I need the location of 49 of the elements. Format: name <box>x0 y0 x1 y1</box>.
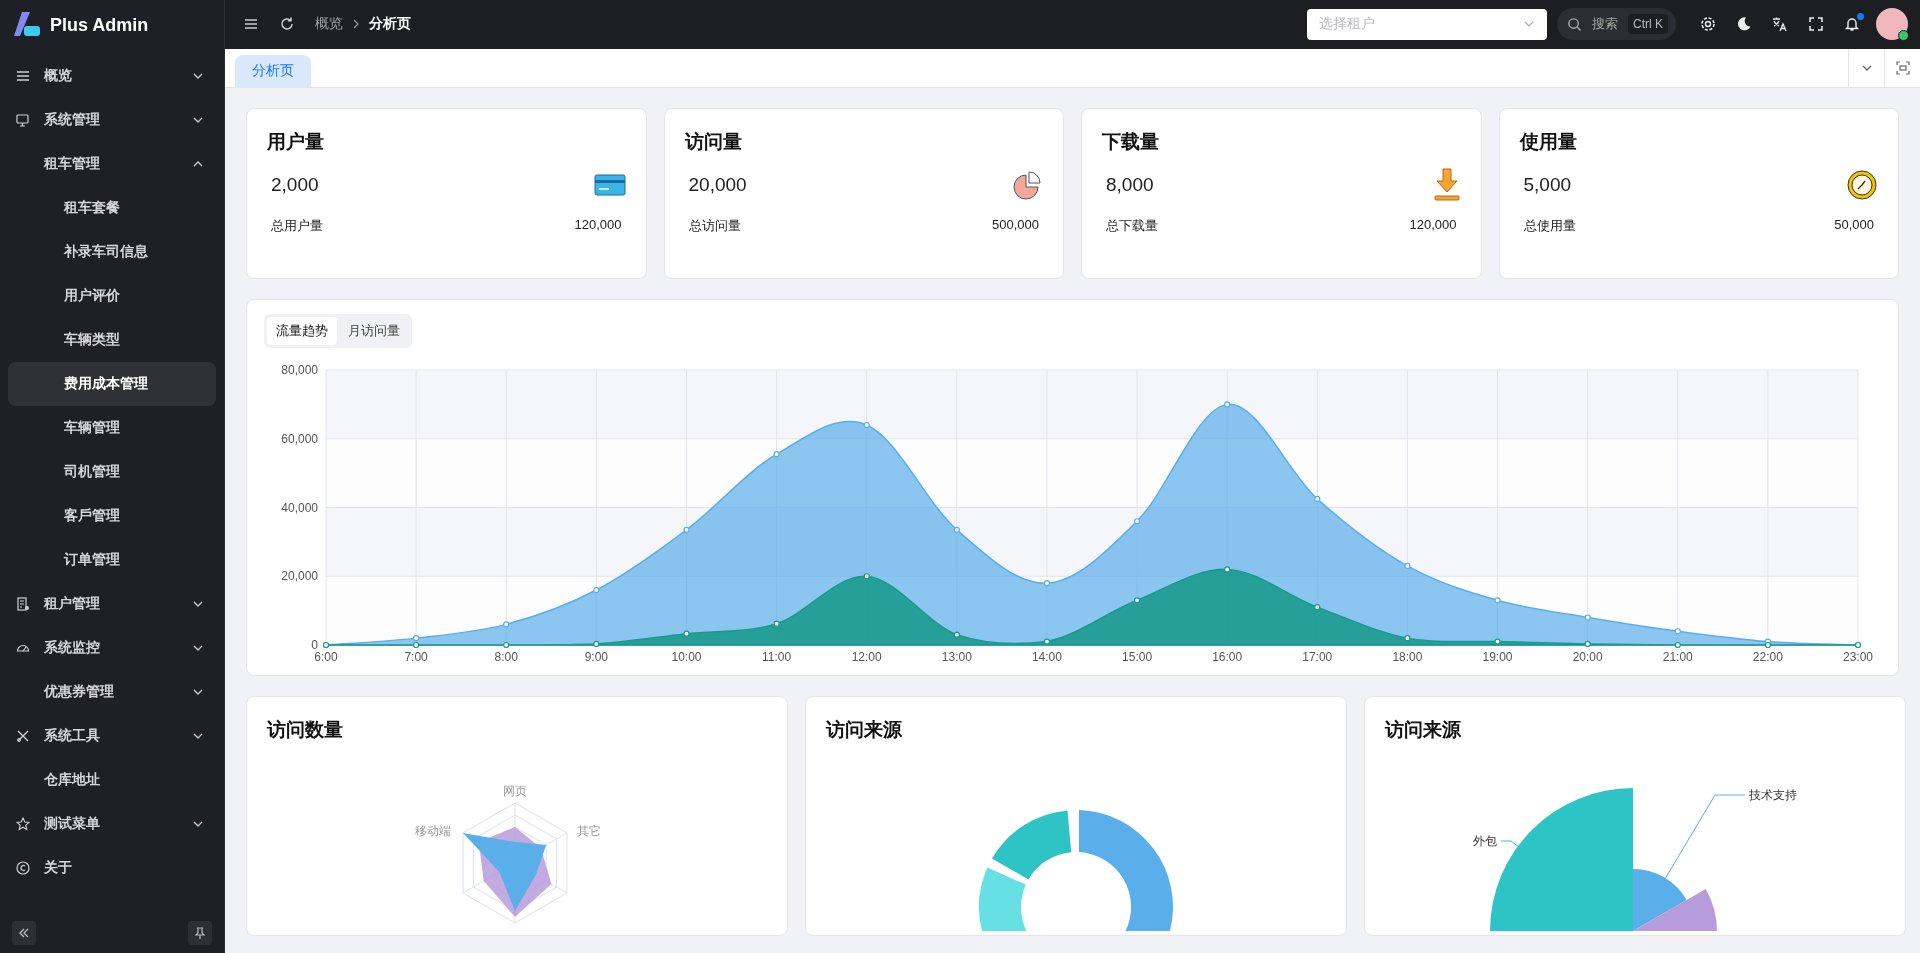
total-value: 120,000 <box>1409 216 1457 234</box>
total-label: 总访问量 <box>688 216 741 235</box>
radar-axis-label: 移动端 <box>415 823 451 838</box>
y-axis-label: 0 <box>311 637 318 652</box>
x-axis-label: 18:00 <box>1392 649 1423 664</box>
x-axis-label: 17:00 <box>1302 649 1333 664</box>
radar-axis-label: 网页 <box>503 783 527 798</box>
x-axis-label: 7:00 <box>404 649 428 664</box>
total-label: 总使用量 <box>1523 216 1576 235</box>
pie-label: 技术支持 <box>1749 787 1797 802</box>
x-axis-label: 9:00 <box>584 649 609 664</box>
x-axis-label: 6:00 <box>314 649 338 664</box>
logo-text: Plus Admin <box>50 14 149 36</box>
stat-value: 20,000 <box>688 173 747 196</box>
x-axis-label: 12:00 <box>851 649 882 664</box>
y-axis-label: 80,000 <box>281 362 318 377</box>
card-title: 下载量 <box>1102 129 1160 154</box>
x-axis-label: 23:00 <box>1843 649 1873 664</box>
x-axis-label: 21:00 <box>1662 649 1693 664</box>
radar-axis-label: 其它 <box>577 823 601 838</box>
x-axis-label: 11:00 <box>762 649 792 664</box>
stat-value: 8,000 <box>1106 173 1154 196</box>
y-axis-label: 20,000 <box>281 568 318 583</box>
card-title: 访问来源 <box>1385 717 1462 742</box>
stat-value: 2,000 <box>271 173 319 196</box>
y-axis-label: 40,000 <box>281 500 318 514</box>
shortcut-hint: Ctrl K <box>1628 14 1668 35</box>
card-title: 访问来源 <box>826 717 903 742</box>
card-title: 使用量 <box>1519 129 1578 154</box>
stat-value: 5,000 <box>1523 173 1572 196</box>
card-title: 访问数量 <box>267 717 344 742</box>
total-value: 50,000 <box>1834 216 1874 234</box>
card-title: 访问量 <box>684 129 743 154</box>
x-axis-label: 8:00 <box>494 649 518 664</box>
x-axis-label: 13:00 <box>941 649 972 664</box>
x-axis-label: 20:00 <box>1572 649 1603 664</box>
x-axis-label: 19:00 <box>1482 649 1513 664</box>
x-axis-label: 16:00 <box>1212 649 1243 664</box>
x-axis-label: 15:00 <box>1122 649 1153 664</box>
x-axis-label: 14:00 <box>1031 649 1062 664</box>
pie-label: 外包 <box>1473 833 1497 848</box>
x-axis-label: 22:00 <box>1752 649 1783 664</box>
y-axis-label: 60,000 <box>281 431 318 446</box>
card-title: 用户量 <box>267 129 325 154</box>
total-label: 总用户量 <box>271 216 323 235</box>
total-value: 500,000 <box>992 216 1039 234</box>
total-label: 总下载量 <box>1106 216 1158 235</box>
total-value: 120,000 <box>574 216 622 234</box>
x-axis-label: 10:00 <box>671 649 702 664</box>
